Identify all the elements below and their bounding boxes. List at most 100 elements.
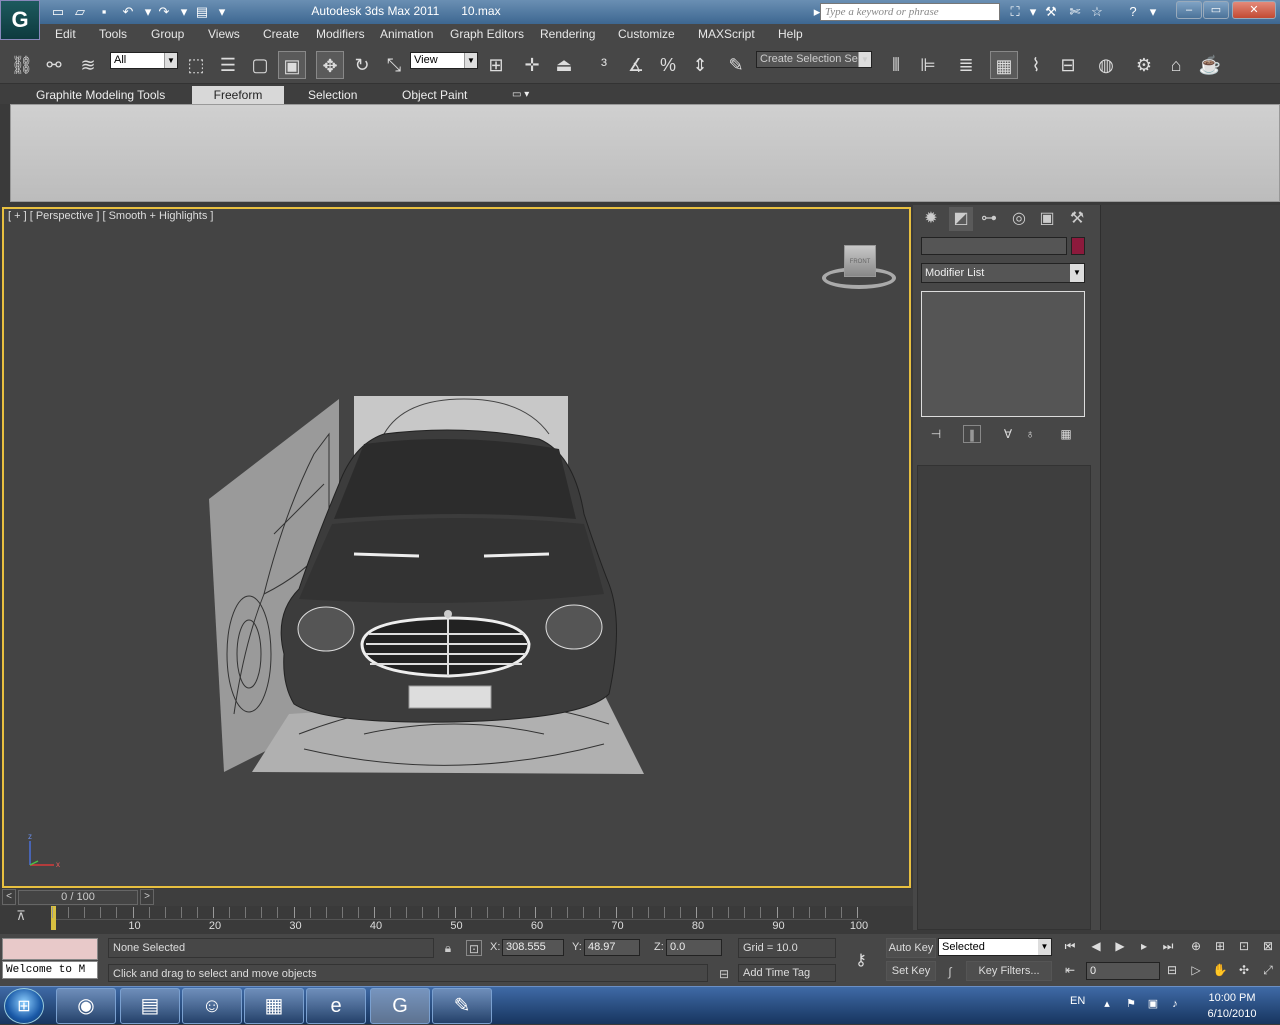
search-input[interactable]: Type a keyword or phrase xyxy=(820,3,1000,21)
select-and-scale-icon[interactable]: ⤡ xyxy=(380,51,408,79)
maxscript-input[interactable]: Welcome to M xyxy=(2,961,98,979)
select-object-icon[interactable]: ⬚ xyxy=(182,51,210,79)
render-setup-icon[interactable]: ⚙ xyxy=(1130,51,1158,79)
show-end-result-icon[interactable]: ∥ xyxy=(963,425,981,443)
time-tag-icon[interactable]: ⊟ xyxy=(716,966,732,982)
named-selection-sets-dropdown[interactable]: Create Selection Se ▼ xyxy=(756,51,872,68)
x-coord-field[interactable]: 308.555 xyxy=(502,939,564,956)
angle-snap-icon[interactable]: ∡ xyxy=(622,51,650,79)
create-icon[interactable]: ✹ xyxy=(919,207,943,231)
tray-show-hidden-icon[interactable]: ▴ xyxy=(1100,997,1114,1011)
align-icon[interactable]: ⊫ xyxy=(914,51,942,79)
tray-flag-icon[interactable]: ⚑ xyxy=(1124,997,1138,1011)
pin-stack-icon[interactable]: ⊣ xyxy=(927,425,945,443)
menu-help[interactable]: Help xyxy=(778,27,803,41)
keyboard-shortcut-override-icon[interactable]: ⏏ xyxy=(550,51,578,79)
bind-space-warp-icon[interactable]: ≋ xyxy=(74,51,102,79)
object-name-field[interactable] xyxy=(921,237,1067,255)
ribbon-minimize-icon[interactable]: ▭ ▾ xyxy=(504,86,537,104)
menu-modifiers[interactable]: Modifiers xyxy=(316,27,365,41)
key-selection-dropdown[interactable]: Selected ▼ xyxy=(938,938,1052,956)
taskbar-3dsmax-icon[interactable]: G xyxy=(370,988,430,1024)
render-production-icon[interactable]: ☕ xyxy=(1196,51,1224,79)
time-slider-prev-button[interactable]: < xyxy=(2,889,16,905)
start-button[interactable]: ⊞ xyxy=(4,988,44,1024)
percent-snap-icon[interactable]: % xyxy=(654,51,682,79)
tray-clock[interactable]: 10:00 PM 6/10/2010 xyxy=(1188,990,1276,1022)
field-of-view-icon[interactable]: ▷ xyxy=(1186,960,1206,980)
selection-filter-dropdown[interactable]: All ▼ xyxy=(110,52,178,69)
viewcube-front-face[interactable]: FRONT xyxy=(844,245,876,277)
spinner-snap-icon[interactable]: ⇕ xyxy=(686,51,714,79)
previous-frame-icon[interactable]: ◀ xyxy=(1086,936,1106,956)
auto-key-button[interactable]: Auto Key xyxy=(886,938,936,958)
taskbar-paint-icon[interactable]: ✎ xyxy=(432,988,492,1024)
current-frame-field[interactable]: 0 xyxy=(1086,962,1160,980)
time-slider-next-button[interactable]: > xyxy=(140,889,154,905)
zoom-all-icon[interactable]: ⊞ xyxy=(1210,936,1230,956)
menu-views[interactable]: Views xyxy=(208,27,240,41)
reference-coordinate-dropdown[interactable]: View ▼ xyxy=(410,52,478,69)
zoom-icon[interactable]: ⊕ xyxy=(1186,936,1206,956)
time-slider-thumb[interactable]: 0 / 100 xyxy=(18,890,138,905)
tab-graphite-modeling-tools[interactable]: Graphite Modeling Tools xyxy=(28,86,173,104)
modify-icon[interactable]: ◩ xyxy=(949,207,973,231)
taskbar-internet-explorer-icon[interactable]: e xyxy=(306,988,366,1024)
modifier-list-dropdown[interactable]: Modifier List ▼ xyxy=(921,263,1085,283)
minimize-button[interactable]: ‒ xyxy=(1176,1,1202,19)
tab-freeform[interactable]: Freeform xyxy=(192,86,284,104)
select-and-move-icon[interactable]: ✥ xyxy=(316,51,344,79)
time-configuration-icon[interactable]: ⊟ xyxy=(1162,960,1182,980)
help-dropdown-icon[interactable]: ▾ xyxy=(1144,4,1162,20)
selection-lock-icon[interactable]: 🔒︎ xyxy=(440,940,456,956)
unlink-selection-icon[interactable]: ⚯ xyxy=(40,51,68,79)
perspective-viewport[interactable]: [ + ] [ Perspective ] [ Smooth + Highlig… xyxy=(2,207,911,888)
pivot-center-icon[interactable]: ⊞ xyxy=(482,51,510,79)
hierarchy-icon[interactable]: ⊶ xyxy=(977,207,1001,231)
rendered-frame-window-icon[interactable]: ⌂ xyxy=(1162,51,1190,79)
orbit-icon[interactable]: ✣ xyxy=(1234,960,1254,980)
open-mini-curve-editor-icon[interactable]: ⊼ xyxy=(12,908,30,926)
layer-manager-icon[interactable]: ≣ xyxy=(952,51,980,79)
favorites-star-icon[interactable]: ☆ xyxy=(1088,4,1106,20)
rectangular-selection-icon[interactable]: ▢ xyxy=(246,51,274,79)
edit-named-selection-icon[interactable]: ✎ xyxy=(722,51,750,79)
menu-animation[interactable]: Animation xyxy=(380,27,433,41)
menu-graph-editors[interactable]: Graph Editors xyxy=(450,27,524,41)
snaps-toggle-icon[interactable]: ³ xyxy=(590,51,618,79)
taskbar-calculator-icon[interactable]: ▦ xyxy=(244,988,304,1024)
display-icon[interactable]: ▣ xyxy=(1035,207,1059,231)
absolute-mode-icon[interactable]: ⊡ xyxy=(466,940,482,956)
window-crossing-icon[interactable]: ▣ xyxy=(278,51,306,79)
restore-button[interactable]: ▭ xyxy=(1203,1,1229,19)
select-manipulate-icon[interactable]: ✛ xyxy=(518,51,546,79)
object-color-swatch[interactable] xyxy=(1071,237,1085,255)
car-model-scene[interactable] xyxy=(204,394,654,784)
make-unique-icon[interactable]: ∀ xyxy=(999,425,1017,443)
go-to-end-icon[interactable]: ⏭ xyxy=(1158,936,1178,956)
material-editor-icon[interactable]: ◍ xyxy=(1092,51,1120,79)
configure-modifier-sets-icon[interactable]: ▦ xyxy=(1057,425,1075,443)
menu-rendering[interactable]: Rendering xyxy=(540,27,595,41)
time-slider[interactable]: < 0 / 100 > xyxy=(0,889,913,906)
y-coord-field[interactable]: 48.97 xyxy=(584,939,640,956)
tab-object-paint[interactable]: Object Paint xyxy=(394,86,475,104)
viewport-label[interactable]: [ + ] [ Perspective ] [ Smooth + Highlig… xyxy=(8,210,213,222)
set-keys-key-icon[interactable]: ⚷ xyxy=(848,950,874,970)
tray-language[interactable]: EN xyxy=(1070,995,1085,1007)
tray-volume-icon[interactable]: ♪ xyxy=(1168,997,1182,1011)
motion-icon[interactable]: ◎ xyxy=(1007,207,1031,231)
graphite-toggle-icon[interactable]: ▦ xyxy=(990,51,1018,79)
taskbar-messenger-icon[interactable]: ☺ xyxy=(182,988,242,1024)
add-time-tag-button[interactable]: Add Time Tag xyxy=(738,964,836,982)
maxscript-mini-listener[interactable] xyxy=(2,938,98,960)
modifier-stack[interactable] xyxy=(921,291,1085,417)
menu-create[interactable]: Create xyxy=(263,27,299,41)
taskbar-explorer-icon[interactable]: ▤ xyxy=(120,988,180,1024)
menu-maxscript[interactable]: MAXScript xyxy=(698,27,755,41)
utilities-icon[interactable]: ⚒ xyxy=(1065,207,1089,231)
close-button[interactable]: ✕ xyxy=(1232,1,1276,19)
menu-tools[interactable]: Tools xyxy=(99,27,127,41)
default-tangents-icon[interactable]: ∫ xyxy=(942,964,958,980)
help-icon[interactable]: ? xyxy=(1124,4,1142,20)
